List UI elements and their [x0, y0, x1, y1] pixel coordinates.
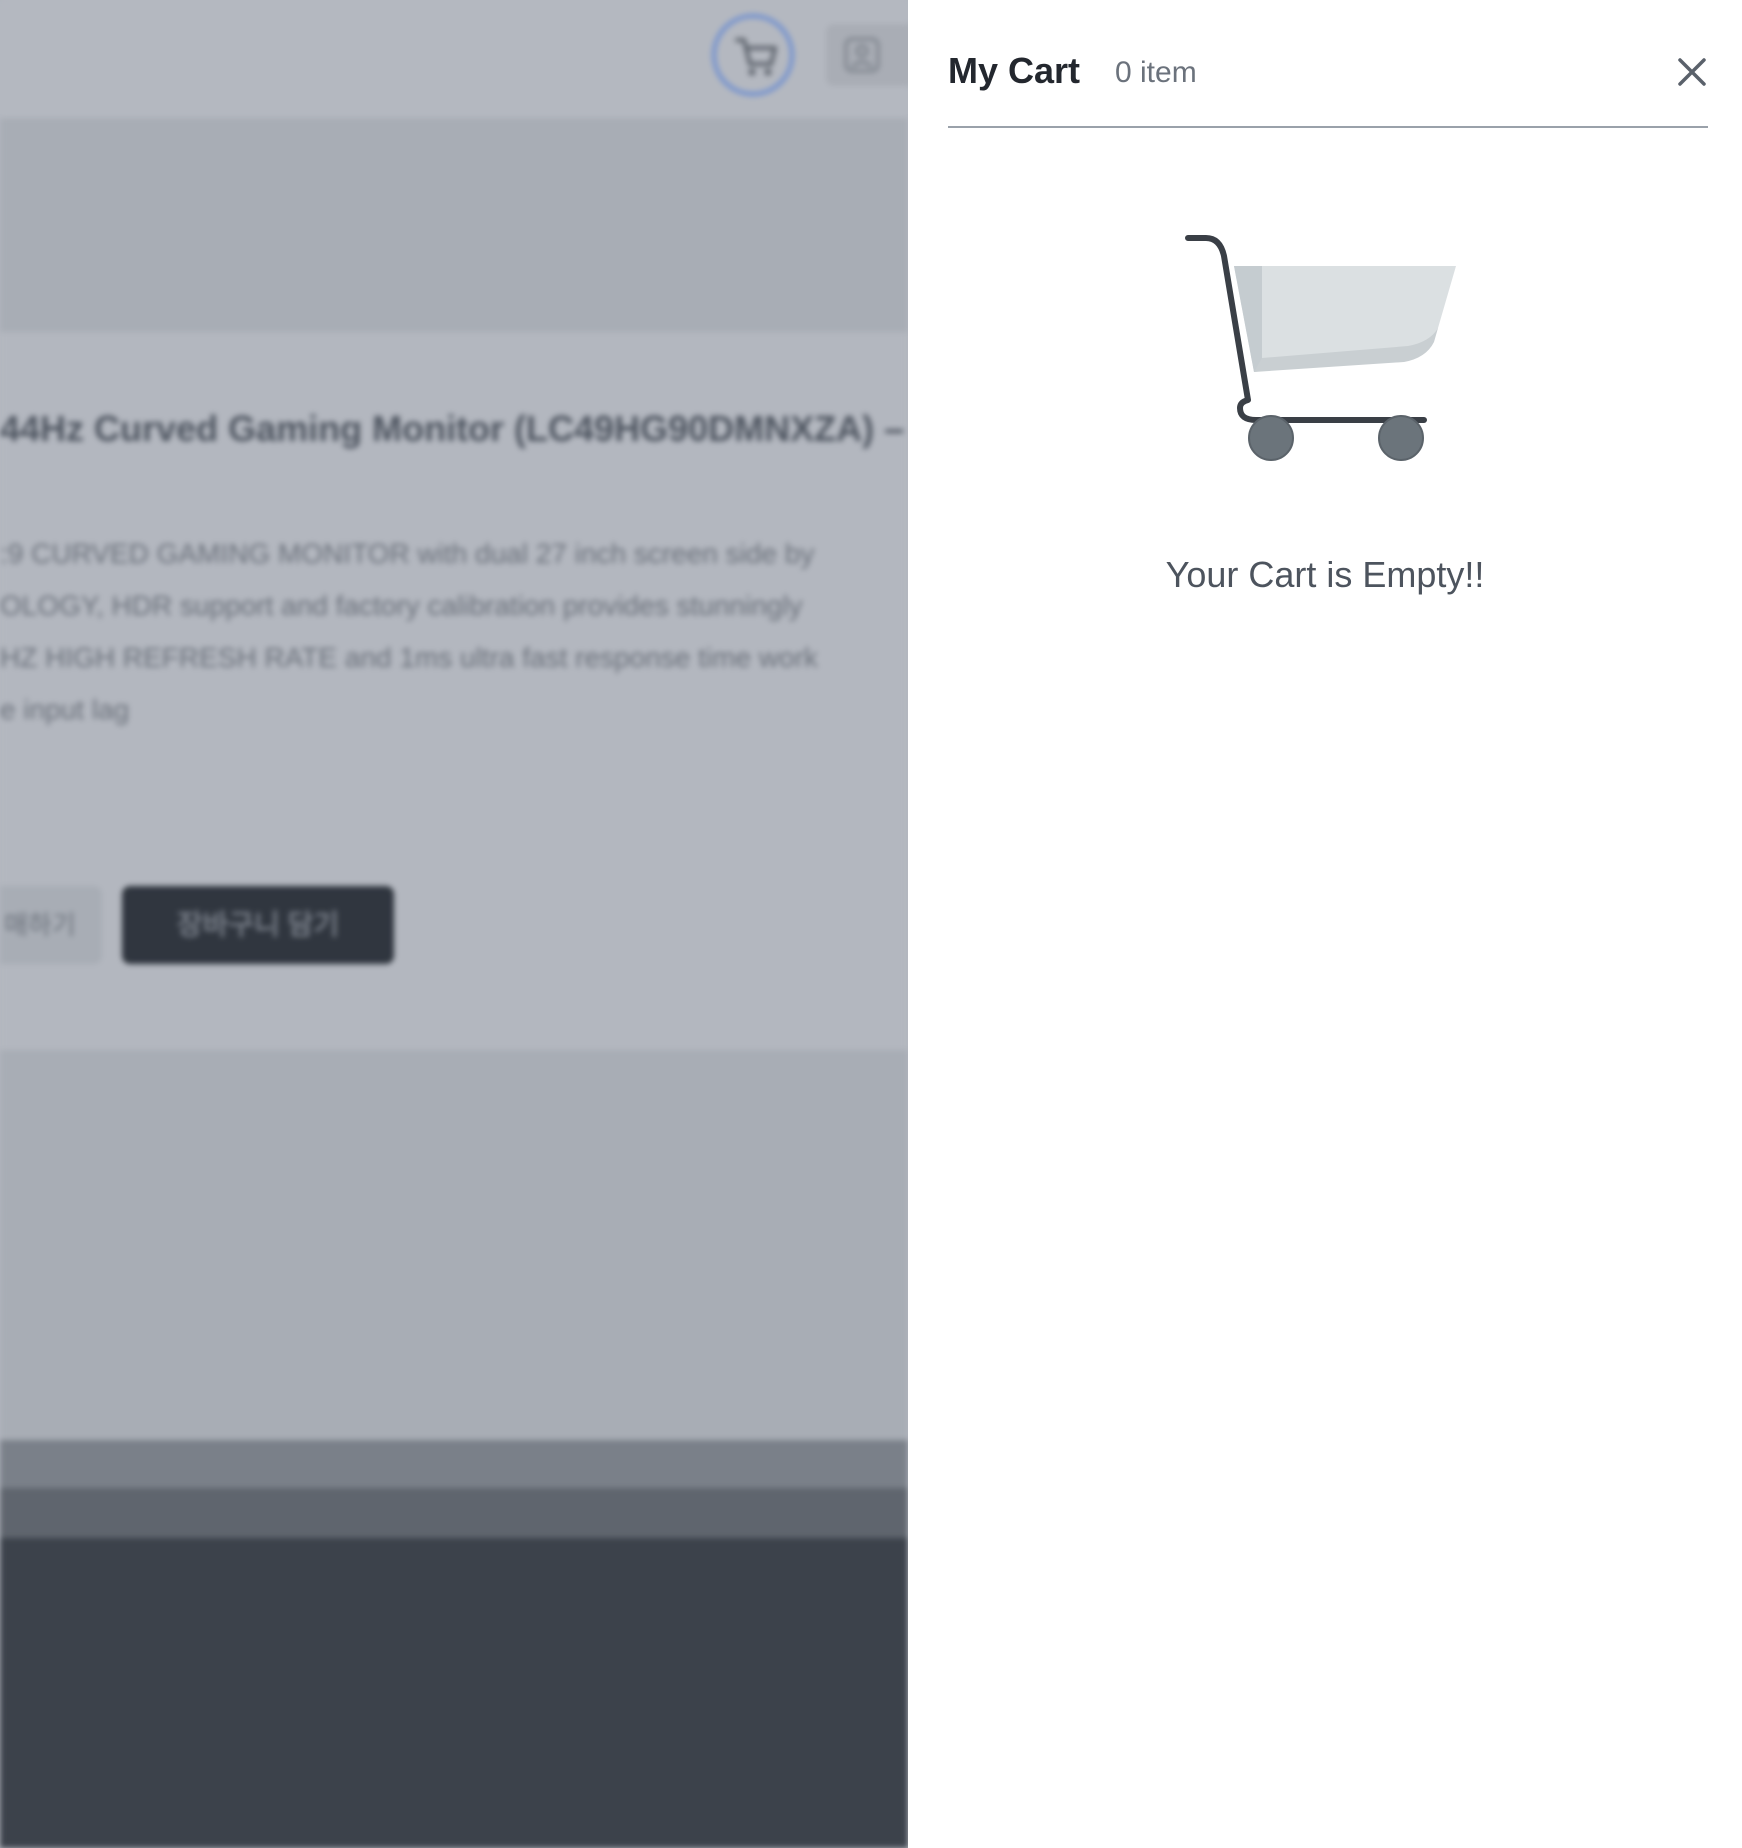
header-cart-button[interactable]	[712, 14, 794, 96]
header-user-button[interactable]	[826, 24, 908, 86]
close-icon	[1678, 58, 1706, 86]
user-icon	[844, 37, 880, 73]
background-page-content: 44Hz Curved Gaming Monitor (LC49HG90DMNX…	[0, 0, 908, 1848]
product-description-line: HZ HIGH REFRESH RATE and 1ms ultra fast …	[0, 642, 818, 673]
cart-icon	[735, 38, 777, 76]
close-cart-button[interactable]	[1672, 52, 1712, 92]
background-page: 44Hz Curved Gaming Monitor (LC49HG90DMNX…	[0, 0, 908, 1848]
cart-item-count: 0 item	[1115, 56, 1197, 89]
add-to-cart-label: 장바구니 담기	[176, 909, 340, 940]
product-description-line: e input lag	[0, 694, 130, 725]
cart-header: My Cart 0 item	[948, 0, 1708, 128]
cart-drawer: My Cart 0 item Your Cart is Empty!!	[908, 0, 1742, 1848]
banner-band	[0, 118, 908, 332]
cart-title: My Cart	[948, 50, 1081, 91]
product-title: 44Hz Curved Gaming Monitor (LC49HG90DMNX…	[0, 408, 908, 449]
product-description-line: :9 CURVED GAMING MONITOR with dual 27 in…	[0, 538, 815, 569]
lower-section	[0, 1050, 908, 1440]
footer-top-band	[0, 1440, 908, 1488]
product-description-line: OLOGY, HDR support and factory calibrati…	[0, 590, 803, 621]
footer-mid-band	[0, 1488, 908, 1538]
shopping-cart-illustration	[1185, 235, 1456, 461]
add-to-cart-button[interactable]: 장바구니 담기	[122, 886, 394, 964]
empty-cart-message: Your Cart is Empty!!	[1165, 554, 1485, 595]
site-footer	[0, 1538, 908, 1848]
buy-now-button[interactable]: 매하기	[0, 886, 102, 964]
